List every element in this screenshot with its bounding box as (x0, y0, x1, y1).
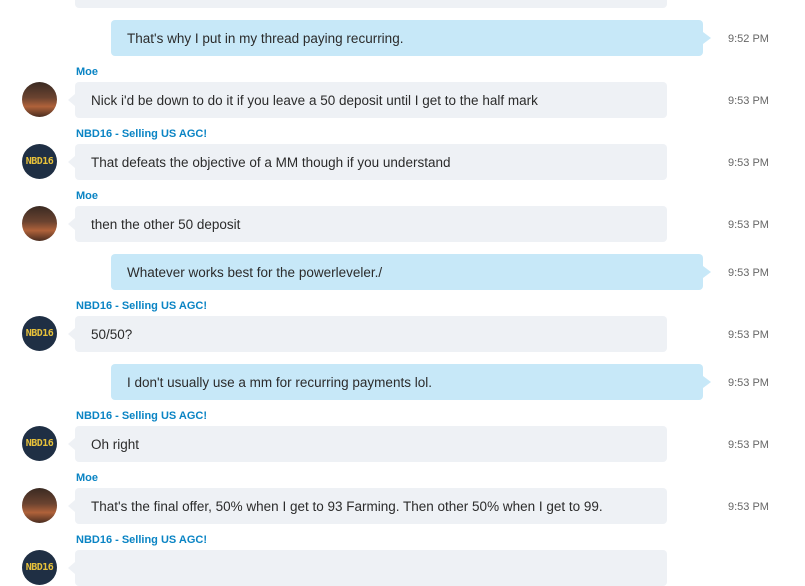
message-timestamp: 9:53 PM (728, 219, 769, 231)
avatar-nbd16[interactable]: NBD16 (22, 144, 57, 179)
message-bubble-outgoing[interactable]: I don't usually use a mm for recurring p… (111, 364, 711, 400)
message-text: Oh right (91, 436, 140, 452)
message-text: Whatever works best for the powerleveler… (127, 264, 383, 280)
avatar-moe[interactable] (22, 488, 57, 523)
message-bubble-incoming[interactable]: 50/50? (68, 316, 667, 352)
message-timestamp: 9:53 PM (728, 267, 769, 279)
message-timestamp: 9:53 PM (728, 439, 769, 451)
message-timestamp: 9:53 PM (728, 157, 769, 169)
avatar-nbd16[interactable]: NBD16 (22, 550, 57, 585)
message-text: Nick i'd be down to do it if you leave a… (91, 92, 538, 108)
sender-name[interactable]: Moe (76, 66, 98, 78)
sender-name[interactable]: NBD16 - Selling US AGC! (76, 410, 207, 422)
message-text: 50/50? (91, 326, 133, 342)
avatar-label: NBD16 (25, 156, 54, 167)
message-bubble-incoming[interactable]: Nick i'd be down to do it if you leave a… (68, 82, 667, 118)
avatar-moe[interactable] (22, 82, 57, 117)
message-text: That's why I put in my thread paying rec… (127, 30, 404, 46)
avatar-nbd16[interactable]: NBD16 (22, 316, 57, 351)
message-bubble-partial (75, 0, 667, 8)
message-timestamp: 9:53 PM (728, 95, 769, 107)
sender-name[interactable]: Moe (76, 472, 98, 484)
message-timestamp: 9:52 PM (728, 33, 769, 45)
sender-name[interactable]: Moe (76, 190, 98, 202)
message-text: then the other 50 deposit (91, 216, 241, 232)
avatar-label: NBD16 (25, 562, 54, 573)
message-timestamp: 9:53 PM (728, 501, 769, 513)
avatar-label: NBD16 (25, 438, 54, 449)
message-timestamp: 9:53 PM (728, 377, 769, 389)
message-bubble-incoming[interactable]: That defeats the objective of a MM thoug… (68, 144, 667, 180)
message-bubble-incoming[interactable]: Oh right (68, 426, 667, 462)
message-text: That defeats the objective of a MM thoug… (91, 154, 451, 170)
message-text: That's the final offer, 50% when I get t… (91, 498, 603, 514)
message-text: I don't usually use a mm for recurring p… (127, 374, 432, 390)
message-bubble-incoming[interactable] (68, 550, 667, 586)
message-bubble-incoming[interactable]: then the other 50 deposit (68, 206, 667, 242)
message-timestamp: 9:53 PM (728, 329, 769, 341)
message-bubble-outgoing[interactable]: Whatever works best for the powerleveler… (111, 254, 711, 290)
sender-name[interactable]: NBD16 - Selling US AGC! (76, 128, 207, 140)
message-bubble-outgoing[interactable]: That's why I put in my thread paying rec… (111, 20, 711, 56)
sender-name[interactable]: NBD16 - Selling US AGC! (76, 300, 207, 312)
avatar-label: NBD16 (25, 328, 54, 339)
avatar-nbd16[interactable]: NBD16 (22, 426, 57, 461)
message-bubble-incoming[interactable]: That's the final offer, 50% when I get t… (68, 488, 667, 524)
sender-name[interactable]: NBD16 - Selling US AGC! (76, 534, 207, 546)
avatar-moe[interactable] (22, 206, 57, 241)
